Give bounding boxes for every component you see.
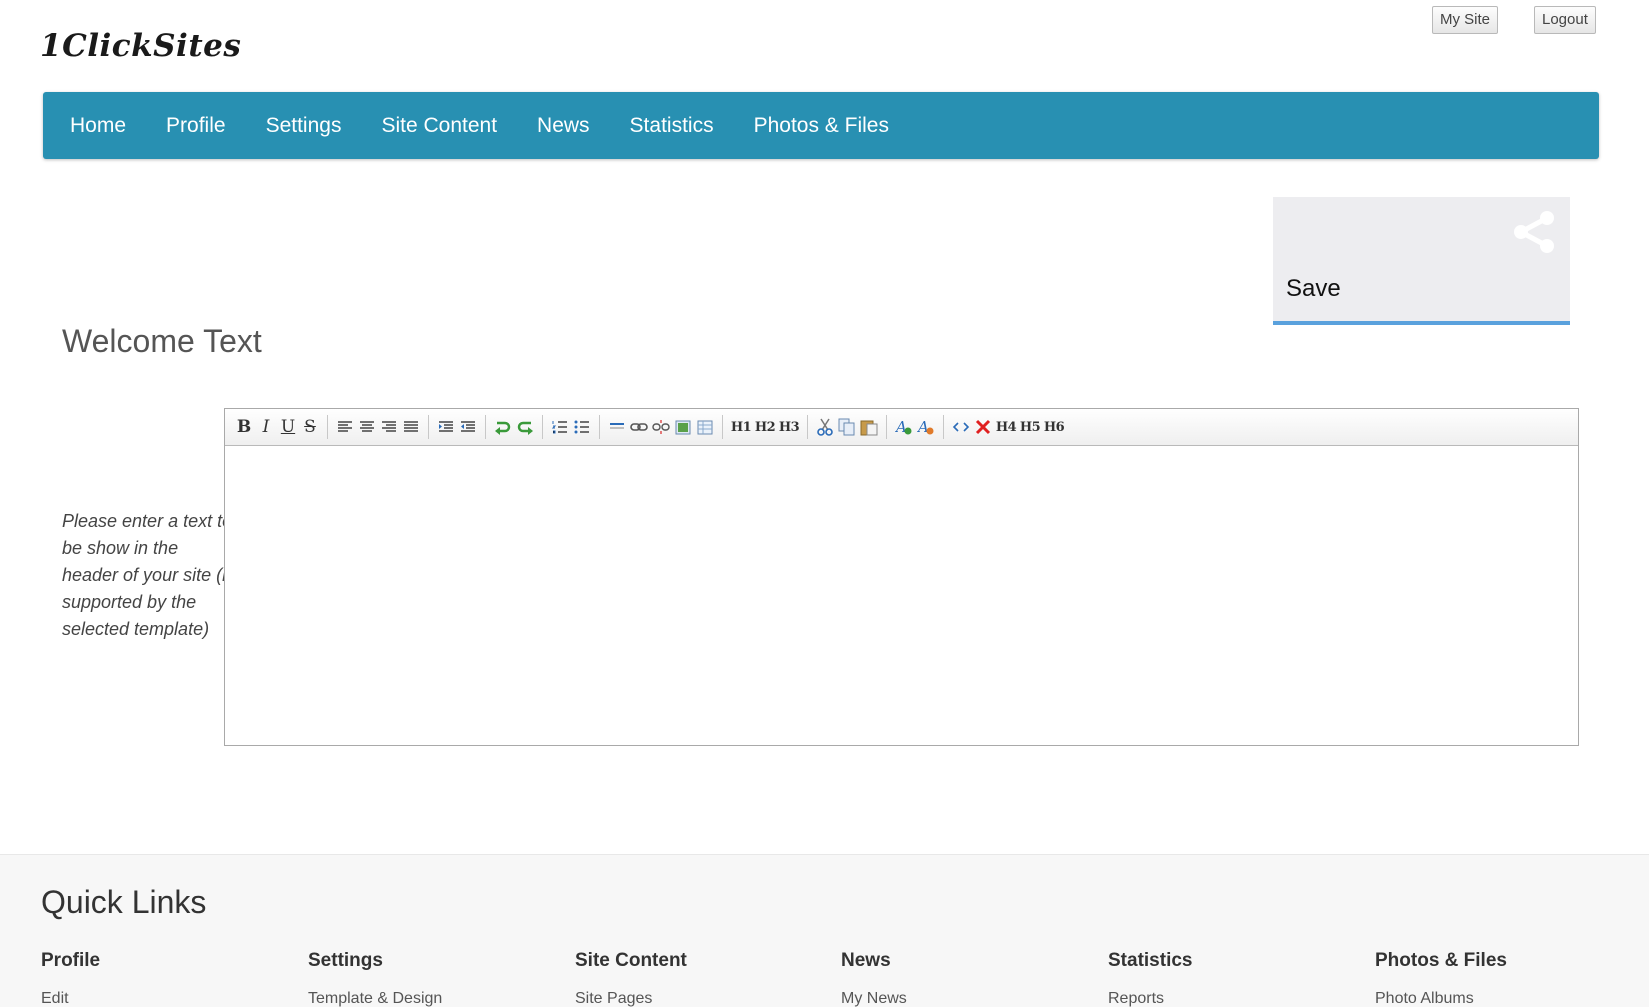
footer-heading: Site Content: [575, 950, 687, 971]
toolbar-separator: [807, 415, 808, 439]
footer-quick-links: Quick Links Profile Edit Settings Templa…: [0, 854, 1649, 1007]
toolbar-separator: [428, 415, 429, 439]
toolbar-separator: [943, 415, 944, 439]
toolbar-separator: [485, 415, 486, 439]
footer-heading: News: [841, 950, 891, 971]
share-icon: [1514, 211, 1554, 253]
paste-icon[interactable]: [858, 415, 880, 439]
bold-button[interactable]: B: [233, 415, 255, 439]
footer-link-my-news[interactable]: My News: [841, 990, 1091, 1007]
heading-4-button[interactable]: H4: [994, 415, 1018, 439]
text-color-icon[interactable]: A: [893, 415, 915, 439]
undo-icon[interactable]: [492, 415, 514, 439]
svg-text:A: A: [895, 418, 907, 436]
align-center-icon[interactable]: [356, 415, 378, 439]
align-justify-icon[interactable]: [400, 415, 422, 439]
logout-button[interactable]: Logout: [1534, 6, 1596, 34]
welcome-text-editor[interactable]: [225, 446, 1578, 744]
align-right-icon[interactable]: [378, 415, 400, 439]
nav-item-news[interactable]: News: [537, 114, 590, 138]
image-icon[interactable]: [672, 415, 694, 439]
heading-1-button[interactable]: H1: [729, 415, 753, 439]
table-icon[interactable]: [694, 415, 716, 439]
indent-icon[interactable]: [435, 415, 457, 439]
outdent-icon[interactable]: [457, 415, 479, 439]
footer-heading: Profile: [41, 950, 101, 971]
heading-5-button[interactable]: H5: [1018, 415, 1042, 439]
footer-title: Quick Links: [41, 884, 207, 920]
nav-item-home[interactable]: Home: [70, 114, 126, 138]
nav-item-site-content[interactable]: Site Content: [381, 114, 497, 138]
source-code-icon[interactable]: [950, 415, 972, 439]
site-logo: 1ClickSites: [40, 28, 242, 64]
footer-heading: Photos & Files: [1375, 950, 1507, 971]
copy-icon[interactable]: [836, 415, 858, 439]
nav-item-settings[interactable]: Settings: [266, 114, 342, 138]
footer-link-site-pages[interactable]: Site Pages: [575, 990, 825, 1007]
ordered-list-icon[interactable]: [549, 415, 571, 439]
save-button[interactable]: Save: [1273, 197, 1570, 325]
footer-column-profile: Profile Edit: [41, 950, 291, 1007]
underline-button[interactable]: U: [277, 415, 299, 439]
toolbar-separator: [599, 415, 600, 439]
main-navbar: Home Profile Settings Site Content News …: [43, 92, 1599, 159]
unordered-list-icon[interactable]: [571, 415, 593, 439]
background-color-icon[interactable]: A: [915, 415, 937, 439]
footer-link-edit[interactable]: Edit: [41, 990, 291, 1007]
footer-link-reports[interactable]: Reports: [1108, 990, 1358, 1007]
footer-column-news: News My News: [841, 950, 1091, 1007]
toolbar-separator: [886, 415, 887, 439]
page-title: Welcome Text: [62, 323, 262, 359]
align-left-icon[interactable]: [334, 415, 356, 439]
rich-text-editor: B I U S H1 H2 H3 A A H4 H5 H6: [224, 408, 1579, 746]
nav-item-statistics[interactable]: Statistics: [630, 114, 714, 138]
redo-icon[interactable]: [514, 415, 536, 439]
horizontal-rule-icon[interactable]: [606, 415, 628, 439]
heading-6-button[interactable]: H6: [1042, 415, 1066, 439]
nav-item-profile[interactable]: Profile: [166, 114, 226, 138]
footer-column-statistics: Statistics Reports: [1108, 950, 1358, 1007]
heading-2-button[interactable]: H2: [753, 415, 777, 439]
nav-item-photos-files[interactable]: Photos & Files: [754, 114, 889, 138]
footer-link-template-design[interactable]: Template & Design: [308, 990, 558, 1007]
cut-icon[interactable]: [814, 415, 836, 439]
toolbar-separator: [542, 415, 543, 439]
remove-format-icon[interactable]: [972, 415, 994, 439]
footer-heading: Settings: [308, 950, 383, 971]
footer-link-photo-albums[interactable]: Photo Albums: [1375, 990, 1625, 1007]
footer-column-site-content: Site Content Site Pages: [575, 950, 825, 1007]
footer-heading: Statistics: [1108, 950, 1193, 971]
italic-button[interactable]: I: [255, 415, 277, 439]
save-label: Save: [1286, 275, 1341, 302]
unlink-icon[interactable]: [650, 415, 672, 439]
toolbar-separator: [327, 415, 328, 439]
footer-column-settings: Settings Template & Design: [308, 950, 558, 1007]
svg-text:A: A: [917, 418, 929, 436]
strikethrough-button[interactable]: S: [299, 415, 321, 439]
help-text: Please enter a text to be show in the he…: [62, 511, 233, 639]
link-icon[interactable]: [628, 415, 650, 439]
editor-toolbar: B I U S H1 H2 H3 A A H4 H5 H6: [225, 409, 1578, 446]
footer-column-photos-files: Photos & Files Photo Albums: [1375, 950, 1625, 1007]
my-site-button[interactable]: My Site: [1432, 6, 1499, 34]
heading-3-button[interactable]: H3: [777, 415, 801, 439]
toolbar-separator: [722, 415, 723, 439]
